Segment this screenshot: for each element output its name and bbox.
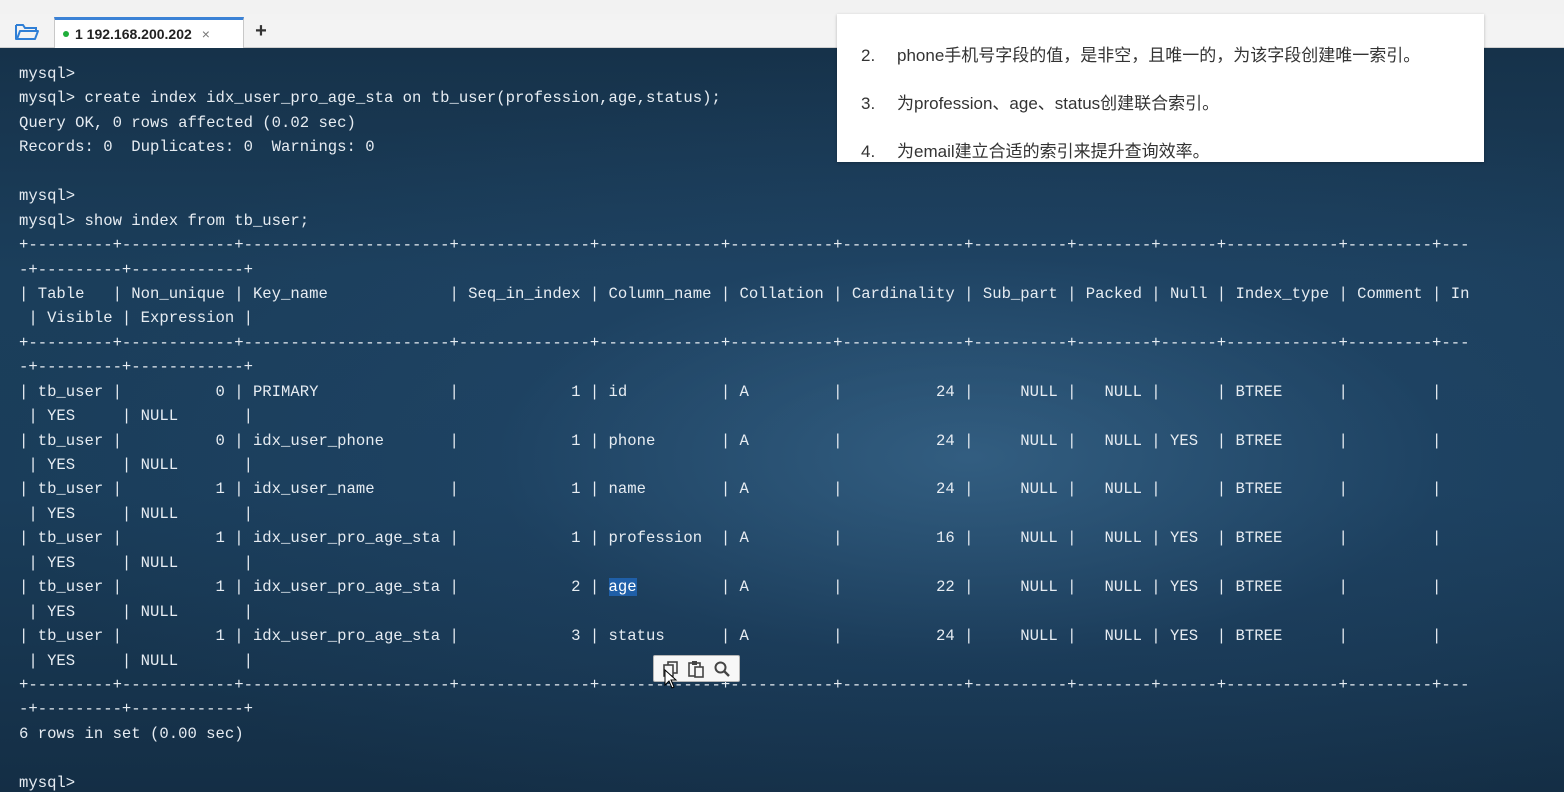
- terminal-line: | YES | NULL |: [19, 651, 253, 670]
- window-top-strip: [0, 0, 1564, 14]
- terminal-line: mysql>: [19, 187, 76, 206]
- terminal-line: | YES | NULL |: [19, 553, 253, 572]
- terminal-line: | tb_user | 1 | idx_user_pro_age_sta | 1…: [19, 529, 1442, 548]
- terminal-output: mysql> mysql> create index idx_user_pro_a…: [19, 62, 1469, 792]
- selected-text[interactable]: age: [608, 578, 637, 597]
- terminal-line: | tb_user | 1 | idx_user_pro_age_sta | 2…: [19, 578, 1442, 597]
- terminal-line: 6 rows in set (0.00 sec): [19, 724, 244, 743]
- terminal-line: | tb_user | 0 | idx_user_phone | 1 | pho…: [19, 431, 1442, 450]
- search-icon[interactable]: [711, 658, 733, 680]
- connection-status-dot: [63, 31, 69, 37]
- requirement-item: 2. phone手机号字段的值，是非空，且唯一的，为该字段创建唯一索引。: [861, 46, 1421, 65]
- add-tab-button[interactable]: +: [250, 20, 272, 42]
- terminal-line: | Visible | Expression |: [19, 309, 253, 328]
- terminal-line: -+---------+------------+: [19, 358, 253, 377]
- terminal-line: -+---------+------------+: [19, 700, 253, 719]
- terminal-line: +---------+------------+----------------…: [19, 675, 1470, 694]
- terminal-line: | YES | NULL |: [19, 602, 253, 621]
- terminal-line: | tb_user | 0 | PRIMARY | 1 | id | A | 2…: [19, 382, 1442, 401]
- terminal-line: | YES | NULL |: [19, 456, 253, 474]
- terminal-line: mysql> show index from tb_user;: [19, 211, 310, 230]
- requirements-panel: 2. phone手机号字段的值，是非空，且唯一的，为该字段创建唯一索引。 3. 为p…: [837, 14, 1484, 162]
- mouse-cursor-icon: [664, 668, 678, 689]
- requirement-item: 3. 为profession、age、status创建联合索引。: [861, 94, 1220, 113]
- terminal-line: +---------+------------+----------------…: [19, 236, 1470, 255]
- terminal-line: | tb_user | 1 | idx_user_name | 1 | name…: [19, 480, 1442, 499]
- tab-session-label: 1 192.168.200.202: [75, 26, 192, 42]
- terminal-line: | Table | Non_unique | Key_name | Seq_in…: [19, 284, 1470, 303]
- terminal-line: mysql>: [19, 773, 76, 792]
- requirement-item: 4. 为email建立合适的索引来提升查询效率。: [861, 142, 1210, 161]
- paste-icon[interactable]: [685, 658, 707, 680]
- close-icon[interactable]: ×: [202, 26, 210, 42]
- terminal-line: -+---------+------------+: [19, 260, 253, 279]
- folder-icon[interactable]: [14, 22, 40, 42]
- terminal-line: | tb_user | 1 | idx_user_pro_age_sta | 3…: [19, 627, 1442, 646]
- tab-session[interactable]: 1 192.168.200.202 ×: [54, 17, 244, 48]
- terminal-line: | YES | NULL |: [19, 407, 253, 426]
- terminal-line: | YES | NULL |: [19, 504, 253, 523]
- terminal-line: +---------+------------+----------------…: [19, 333, 1470, 352]
